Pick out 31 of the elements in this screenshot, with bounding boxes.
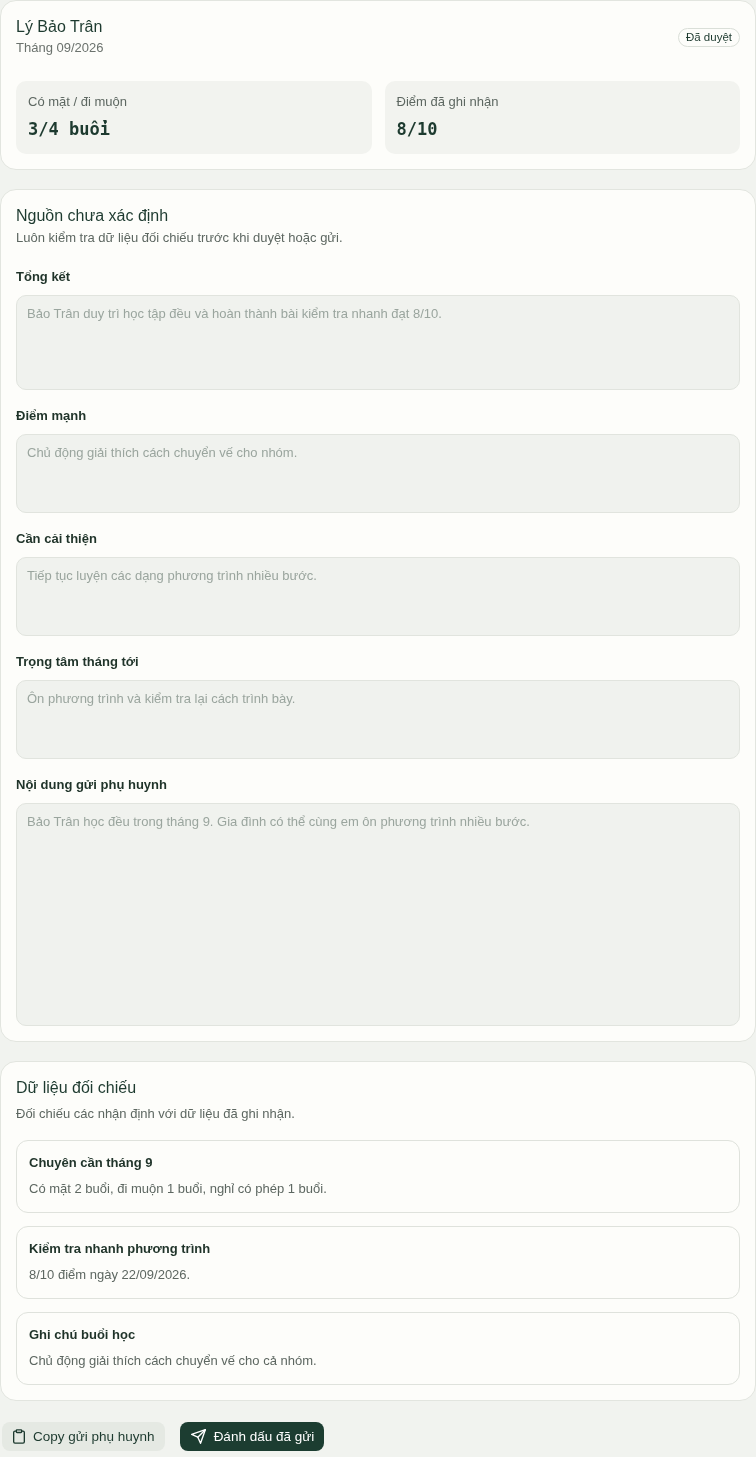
evidence-title: Chuyên cần tháng 9 <box>29 1154 154 1172</box>
evidence-title: Kiểm tra nhanh phương trình <box>29 1240 212 1258</box>
stat-value: 3/4 buổi <box>28 118 111 140</box>
text-area-field[interactable]: Tiếp tục luyện các dạng phương trình nhiều bước. <box>16 557 740 636</box>
clipboard-icon <box>13 1429 25 1444</box>
field-label: Trọng tâm tháng tới <box>16 653 140 671</box>
text-area-field[interactable]: Ôn phương trình và kiểm tra lại cách trình bày. <box>16 680 740 759</box>
stat-value: 8/10 <box>396 118 439 140</box>
evidence-title: Ghi chú buổi học <box>29 1326 137 1344</box>
evidence-detail: 8/10 điểm ngày 22/09/2026. <box>29 1266 192 1284</box>
status-badge: Đã duyệt <box>677 28 740 47</box>
section-title: Dữ liệu đối chiếu <box>16 1078 138 1098</box>
field-label: Tổng kết <box>16 268 72 286</box>
copy-button[interactable]: Copy gửi phụ huynh <box>2 1422 165 1451</box>
section-description: Đối chiếu các nhận định với dữ liệu đã ghi nhận. <box>16 1105 296 1123</box>
text-area-field[interactable]: Bảo Trân học đều trong tháng 9. Gia đình có thể cùng em ôn phương trình nhiều bước. <box>16 803 740 1026</box>
evidence-detail: Chủ động giải thích cách chuyển vế cho cả nhóm. <box>29 1352 318 1370</box>
send-icon <box>190 1429 206 1444</box>
student-name: Lý Bảo Trân <box>16 17 104 37</box>
field-label: Cần cải thiện <box>16 530 98 548</box>
report-period: Tháng 09/2026 <box>16 39 104 57</box>
section-description: Luôn kiểm tra dữ liệu đối chiếu trước khi duyệt hoặc gửi. <box>16 229 344 247</box>
field-label: Nội dung gửi phụ huynh <box>16 776 168 794</box>
stat-label: Điểm đã ghi nhận <box>396 93 500 111</box>
evidence-detail: Có mặt 2 buổi, đi muộn 1 buổi, nghỉ có phép 1 buổi. <box>29 1180 328 1198</box>
mark-sent-button[interactable]: Đánh dấu đã gửi <box>179 1422 325 1451</box>
stat-label: Có mặt / đi muộn <box>28 93 128 111</box>
text-area-field[interactable]: Chủ động giải thích cách chuyển vế cho nhóm. <box>16 434 740 513</box>
field-label: Điểm mạnh <box>16 407 88 425</box>
text-area-field[interactable]: Bảo Trân duy trì học tập đều và hoàn thành bài kiểm tra nhanh đạt 8/10. <box>16 295 740 390</box>
section-title: Nguồn chưa xác định <box>16 206 170 226</box>
